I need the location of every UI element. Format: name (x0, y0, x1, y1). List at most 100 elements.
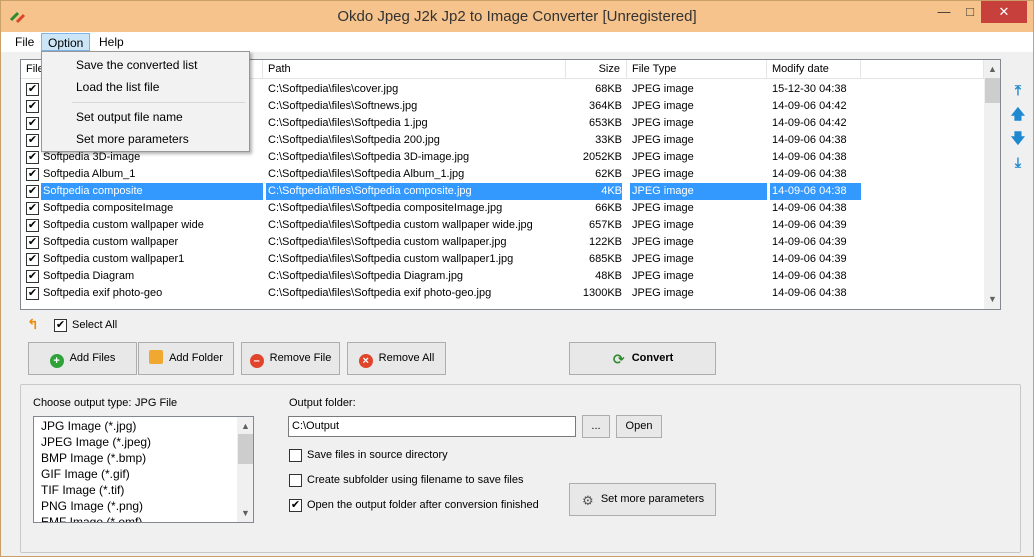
close-button[interactable]: ✕ (981, 1, 1027, 23)
file-type-cell: JPEG image (632, 83, 694, 95)
menu-option[interactable]: Option (41, 33, 91, 51)
table-row[interactable]: ✔ Softpedia composite C:\Softpedia\files\S… (21, 183, 983, 200)
file-name-cell: Softpedia Diagram (43, 270, 135, 282)
move-down-icon[interactable]: 🡇 (1008, 129, 1028, 147)
row-checkbox[interactable]: ✔ (26, 185, 39, 198)
row-checkbox[interactable]: ✔ (26, 100, 39, 113)
row-checkbox[interactable]: ✔ (26, 253, 39, 266)
scroll-up-icon[interactable]: ▲ (241, 421, 250, 431)
path-cell: C:\Softpedia\files\cover.jpg (268, 83, 399, 95)
size-cell: 4KB (566, 183, 622, 200)
menu-file[interactable]: File (9, 33, 40, 51)
modify-date-cell: 14-09-06 04:38 (772, 287, 847, 299)
table-row[interactable]: ✔ Softpedia Album_1 C:\Softpedia\files\Sof… (21, 166, 983, 183)
menu-set-output-name[interactable]: Set output file name (76, 110, 183, 124)
scroll-thumb[interactable] (238, 434, 253, 464)
table-row[interactable]: ✔ Softpedia exif photo-geo C:\Softpedia\fi… (21, 285, 983, 302)
size-cell: 364KB (588, 100, 622, 112)
menu-separator (72, 102, 245, 103)
path-cell: C:\Softpedia\files\Softpedia custom wall… (268, 253, 514, 265)
move-bottom-icon[interactable]: ⤓ (1008, 153, 1028, 171)
column-path[interactable]: Path (263, 60, 566, 79)
column-modify-date[interactable]: Modify date (767, 60, 861, 79)
modify-date-cell: 14-09-06 04:39 (772, 253, 847, 265)
path-cell: C:\Softpedia\files\Softpedia 200.jpg (268, 134, 440, 146)
output-type-item[interactable]: JPEG Image (*.jpeg) (41, 435, 151, 449)
save-in-source-checkbox[interactable] (289, 449, 302, 462)
scroll-down-icon[interactable]: ▼ (241, 508, 250, 518)
file-type-cell: JPEG image (632, 134, 694, 146)
table-row[interactable]: ✔ Softpedia custom wallpaper1 C:\Softpedia… (21, 251, 983, 268)
menu-set-parameters[interactable]: Set more parameters (76, 132, 189, 146)
scroll-up-icon[interactable]: ▲ (988, 64, 997, 74)
column-size[interactable]: Size (566, 60, 627, 79)
file-name-cell: Softpedia composite (41, 183, 263, 200)
file-name-cell: Softpedia exif photo-geo (43, 287, 163, 299)
create-subfolder-checkbox[interactable] (289, 474, 302, 487)
row-checkbox[interactable]: ✔ (26, 270, 39, 283)
table-row[interactable]: ✔ Softpedia custom wallpaper wide C:\Softp… (21, 217, 983, 234)
output-type-item[interactable]: JPG Image (*.jpg) (41, 419, 136, 433)
file-type-cell: JPEG image (632, 202, 694, 214)
open-after-checkbox[interactable]: ✔ (289, 499, 302, 512)
table-row[interactable]: ✔ Softpedia custom wallpaper C:\Softpedia\… (21, 234, 983, 251)
browse-button[interactable]: ... (582, 415, 610, 438)
move-top-icon[interactable]: ⤒ (1008, 81, 1028, 99)
size-cell: 66KB (595, 202, 622, 214)
row-checkbox[interactable]: ✔ (26, 83, 39, 96)
path-cell: C:\Softpedia\files\Softpedia composite.j… (266, 183, 566, 200)
file-type-cell: JPEG image (630, 183, 767, 200)
set-params-button[interactable]: ⚙ Set more parameters (569, 483, 716, 516)
path-cell: C:\Softpedia\files\Softpedia Diagram.jpg (268, 270, 464, 282)
output-folder-input[interactable]: C:\Output (288, 416, 576, 437)
table-row[interactable]: ✔ Softpedia Diagram C:\Softpedia\files\Sof… (21, 268, 983, 285)
scroll-thumb[interactable] (985, 78, 1000, 103)
add-files-button[interactable]: + Add Files (28, 342, 137, 375)
remove-file-button[interactable]: – Remove File (241, 342, 340, 375)
list-scrollbar[interactable]: ▲ ▼ (984, 60, 1000, 309)
type-list-scrollbar[interactable]: ▲ ▼ (237, 417, 253, 522)
modify-date-cell: 14-09-06 04:38 (770, 183, 861, 200)
up-folder-icon[interactable]: ↰ (27, 316, 39, 333)
menu-load-list[interactable]: Load the list file (76, 80, 159, 94)
app-window: Okdo Jpeg J2k Jp2 to Image Converter [Un… (0, 0, 1034, 557)
menu-save-list[interactable]: Save the converted list (76, 58, 197, 72)
file-name-cell: Softpedia custom wallpaper1 (43, 253, 185, 265)
modify-date-cell: 14-09-06 04:38 (772, 151, 847, 163)
output-type-item[interactable]: PNG Image (*.png) (41, 499, 143, 513)
output-type-item[interactable]: GIF Image (*.gif) (41, 467, 130, 481)
modify-date-cell: 14-09-06 04:38 (772, 134, 847, 146)
output-type-item[interactable]: EMF Image (*.emf) (41, 515, 142, 522)
gear-icon: ⚙ (582, 493, 594, 508)
scroll-down-icon[interactable]: ▼ (988, 294, 997, 304)
open-folder-button[interactable]: Open (616, 415, 662, 438)
row-checkbox[interactable]: ✔ (26, 236, 39, 249)
row-checkbox[interactable]: ✔ (26, 219, 39, 232)
size-cell: 62KB (595, 168, 622, 180)
output-type-list[interactable]: JPG Image (*.jpg) JPEG Image (*.jpeg) BMP … (33, 416, 254, 523)
column-file-type[interactable]: File Type (627, 60, 767, 79)
output-type-item[interactable]: BMP Image (*.bmp) (41, 451, 146, 465)
column-filler (861, 60, 984, 79)
row-checkbox[interactable]: ✔ (26, 202, 39, 215)
remove-all-button[interactable]: × Remove All (347, 342, 446, 375)
row-checkbox[interactable]: ✔ (26, 117, 39, 130)
path-cell: C:\Softpedia\files\Softpedia compositeIm… (268, 202, 503, 214)
file-type-cell: JPEG image (632, 219, 694, 231)
output-type-item[interactable]: TIF Image (*.tif) (41, 483, 124, 497)
select-all-label: Select All (72, 319, 118, 331)
convert-button[interactable]: ⟳ Convert (569, 342, 716, 375)
title-bar: Okdo Jpeg J2k Jp2 to Image Converter [Un… (1, 1, 1033, 32)
row-checkbox[interactable]: ✔ (26, 134, 39, 147)
menu-bar: File Option Help (1, 32, 1033, 52)
select-all-checkbox[interactable]: ✔ (54, 319, 67, 332)
row-checkbox[interactable]: ✔ (26, 168, 39, 181)
move-up-icon[interactable]: 🡅 (1008, 105, 1028, 123)
add-folder-button[interactable]: Add Folder (138, 342, 234, 375)
table-row[interactable]: ✔ Softpedia compositeImage C:\Softpedia\fi… (21, 200, 983, 217)
row-checkbox[interactable]: ✔ (26, 287, 39, 300)
menu-help[interactable]: Help (93, 33, 130, 51)
row-checkbox[interactable]: ✔ (26, 151, 39, 164)
modify-date-cell: 15-12-30 04:38 (772, 83, 847, 95)
option-menu: Save the converted list Load the list fi… (41, 51, 250, 152)
